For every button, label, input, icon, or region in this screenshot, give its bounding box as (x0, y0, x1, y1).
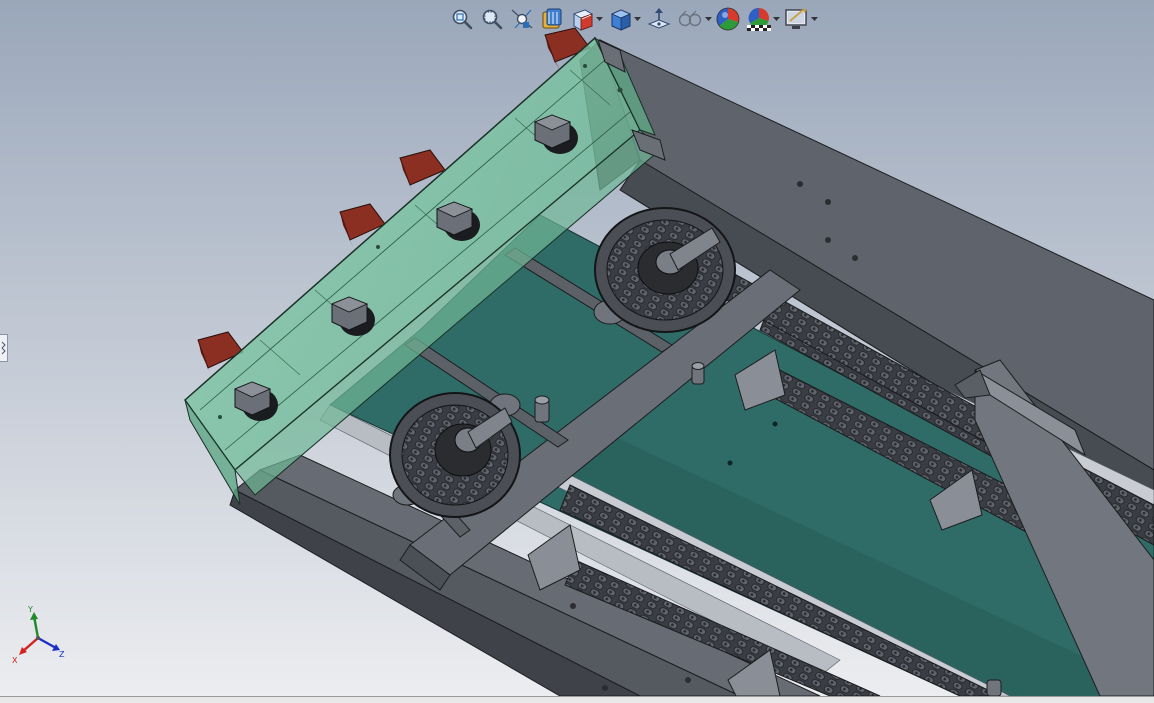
display-style-icon (610, 9, 631, 31)
sprocket-upper[interactable] (594, 207, 736, 333)
graphics-area[interactable]: Y Z X (0, 0, 1154, 703)
guide-pin (986, 679, 1002, 696)
section-view-button[interactable] (538, 5, 566, 33)
reference-triad: Y Z X (12, 605, 65, 665)
guide-pin (534, 395, 550, 423)
model-viewport[interactable] (0, 0, 1154, 696)
hide-show-items-icon (647, 8, 671, 29)
triad-x-label: X (12, 656, 18, 665)
display-manager-icon (784, 8, 807, 29)
display-style-button[interactable] (606, 5, 642, 33)
zoom-to-fit-icon (452, 9, 473, 30)
view-settings-dropdown-icon[interactable] (772, 5, 780, 33)
triad-y-label: Y (27, 605, 33, 614)
viewport-bottom-border (0, 696, 1154, 703)
view-settings-button[interactable] (744, 5, 780, 33)
view-orientation-button[interactable] (568, 5, 604, 33)
apply-scene-button[interactable] (714, 5, 742, 33)
previous-view-icon (511, 9, 533, 29)
previous-view-button[interactable] (508, 5, 536, 33)
view-settings-icon (746, 7, 771, 31)
view-orientation-dropdown-icon[interactable] (595, 5, 603, 33)
edit-appearance-dropdown-icon[interactable] (704, 5, 712, 33)
zoom-to-fit-button[interactable] (448, 5, 476, 33)
section-view-icon (542, 8, 562, 29)
edit-appearance-icon (678, 10, 701, 27)
apply-scene-icon (716, 7, 740, 31)
display-style-dropdown-icon[interactable] (633, 5, 641, 33)
view-orientation-icon (572, 9, 593, 31)
chevron-right-icon (1, 341, 6, 355)
guide-pin (691, 362, 705, 385)
display-manager-button[interactable] (782, 5, 818, 33)
hide-show-items-button[interactable] (644, 5, 674, 33)
zoom-to-area-icon (482, 9, 503, 30)
zoom-to-area-button[interactable] (478, 5, 506, 33)
display-manager-dropdown-icon[interactable] (810, 5, 818, 33)
sprocket-lower[interactable] (389, 392, 521, 518)
triad-z-axis (37, 636, 57, 650)
triad-z-label: Z (59, 650, 65, 659)
edit-appearance-button[interactable] (676, 5, 712, 33)
manager-pane-expand-tab[interactable] (0, 334, 8, 362)
heads-up-view-toolbar (448, 4, 818, 34)
